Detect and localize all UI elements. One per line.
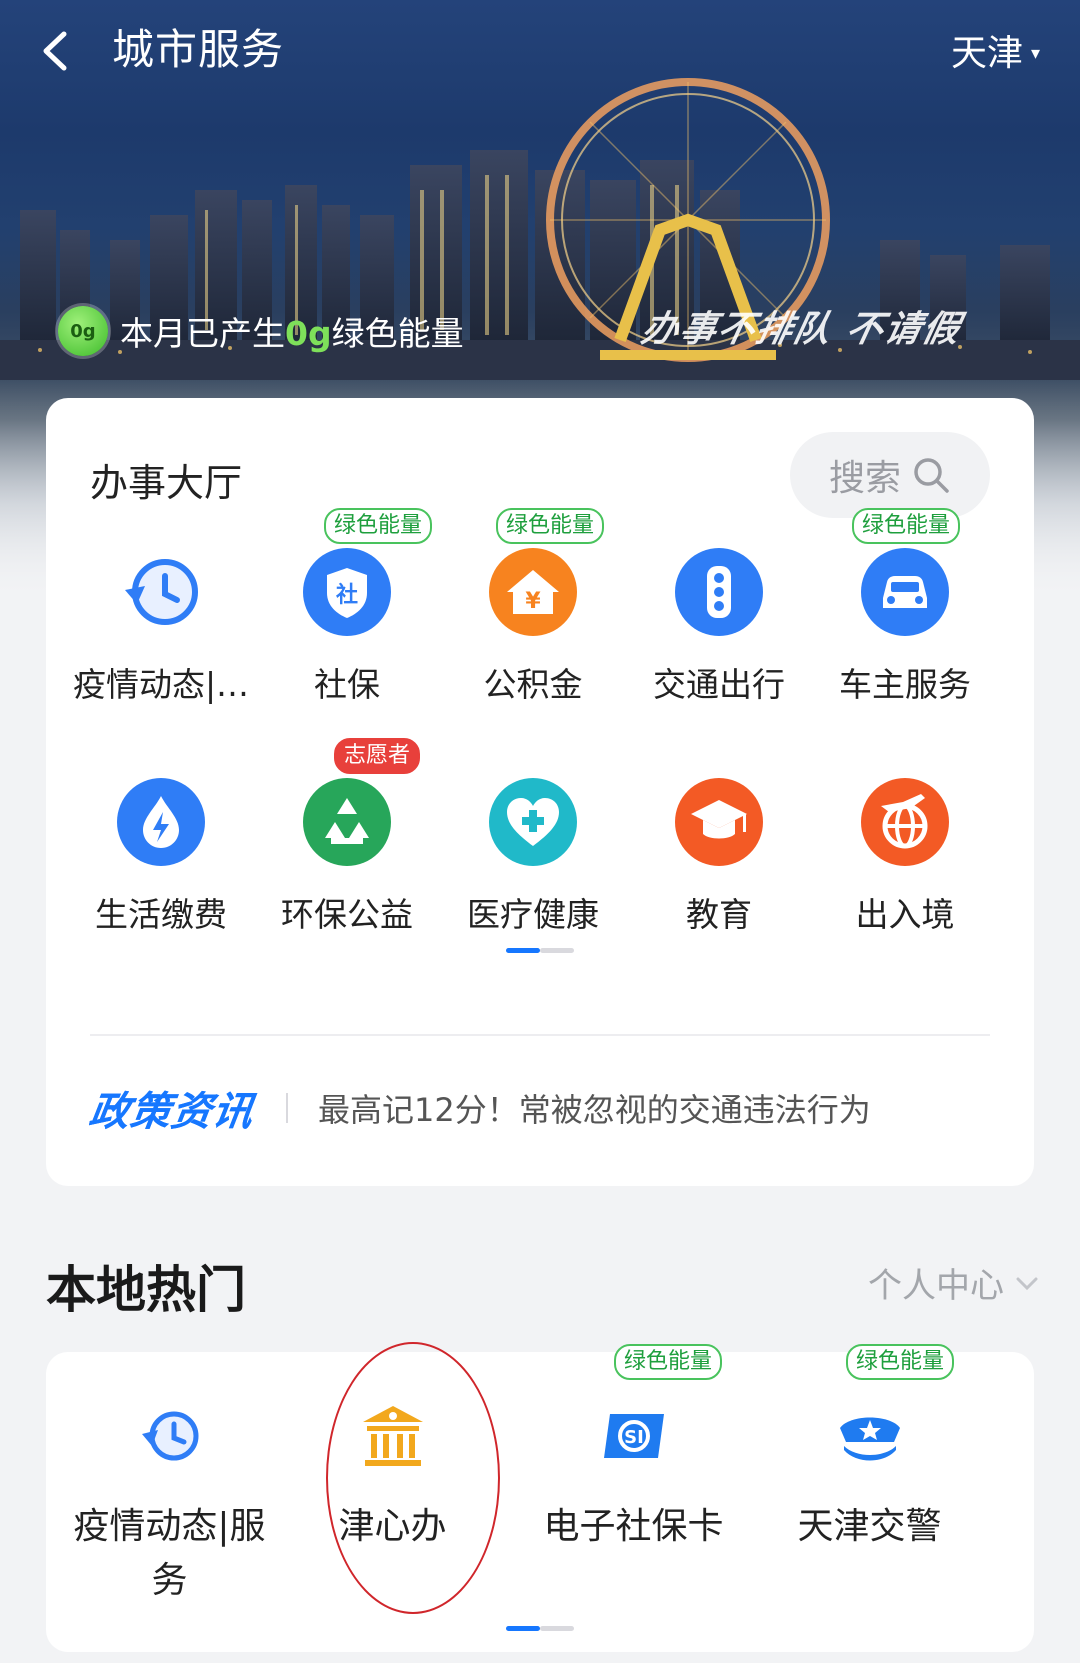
page-dot-active [506, 948, 540, 953]
search-icon [914, 458, 949, 493]
hot-epidemic-service[interactable]: 疫情动态|服务 [46, 1352, 293, 1652]
divider [90, 1034, 990, 1036]
service-epidemic[interactable]: 疫情动态|… [68, 526, 254, 726]
caret-down-icon: ▾ [1030, 43, 1040, 64]
city-selector[interactable]: 天津 ▾ [951, 28, 1040, 80]
service-social-security[interactable]: 绿色能量 社 社保 [254, 508, 440, 726]
clock-refresh-icon [132, 1398, 208, 1474]
service-utilities[interactable]: 生活缴费 [68, 756, 254, 956]
green-energy-tag: 绿色能量 [496, 508, 605, 544]
hot-tianjin-police[interactable]: 绿色能量 天津交警 [746, 1344, 993, 1652]
service-label: 生活缴费 [95, 895, 227, 934]
hot-page-indicator [506, 1626, 574, 1631]
car-icon [859, 546, 951, 638]
green-energy-summary[interactable]: 0g 本月已产生0g绿色能量 [58, 306, 464, 356]
service-environment[interactable]: 志愿者 环保公益 [254, 738, 440, 956]
service-label: 环保公益 [281, 895, 413, 934]
hot-item-label: 疫情动态|服务 [73, 1506, 266, 1601]
hot-item-label: 电子社保卡 [543, 1506, 724, 1547]
policy-news-logo: 政策资讯 [86, 1079, 258, 1137]
hot-item-label: 津心办 [338, 1506, 447, 1547]
house-yen-icon: ¥ [487, 546, 579, 638]
hot-jinxinban[interactable]: 津心办 [269, 1352, 516, 1652]
service-label: 公积金 [483, 665, 583, 704]
service-label: 出入境 [855, 895, 955, 934]
page-title: 城市服务 [112, 25, 285, 74]
city-name: 天津 [950, 33, 1023, 74]
service-label: 医疗健康 [467, 895, 599, 934]
energy-amount: 0g [285, 314, 332, 353]
service-label: 疫情动态|… [72, 665, 250, 704]
service-education[interactable]: 教育 [626, 756, 812, 956]
page-dot-inactive [540, 948, 574, 953]
svg-text:社: 社 [336, 582, 358, 608]
clock-refresh-icon [115, 546, 207, 638]
hot-item-label: 天津交警 [797, 1506, 942, 1547]
service-car-owner[interactable]: 绿色能量 车主服务 [812, 508, 998, 726]
search-label: 搜索 [828, 458, 901, 499]
energy-badge-icon: 0g [58, 306, 108, 356]
energy-prefix: 本月已产生 [120, 314, 285, 353]
service-medical[interactable]: 医疗健康 [440, 756, 626, 956]
svg-text:SI: SI [624, 1427, 644, 1448]
local-hot-card: 疫情动态|服务 津心办 绿色能量 SI 电子社保卡 绿色能量 天津交警 [46, 1344, 1034, 1652]
recycle-icon [301, 776, 393, 868]
hot-e-social-card[interactable]: 绿色能量 SI 电子社保卡 [510, 1344, 757, 1652]
separator [286, 1093, 288, 1123]
graduation-cap-icon [673, 776, 765, 868]
personal-center-link[interactable]: 个人中心 [868, 1258, 1040, 1307]
news-headline: 最高记12分！常被忽视的交通违法行为 [318, 1091, 871, 1129]
page-dot-inactive [540, 1626, 574, 1631]
hall-page-indicator [506, 948, 574, 953]
green-energy-tag: 绿色能量 [324, 508, 433, 544]
volunteer-tag: 志愿者 [334, 738, 421, 774]
service-hall-card: 办事大厅 搜索 疫情动态|… 绿色能量 社 社保 绿色能量 ¥ 公积金 交通出行… [46, 398, 1034, 1186]
local-hot-title: 本地热门 [46, 1261, 246, 1319]
green-energy-tag: 绿色能量 [852, 508, 961, 544]
police-cap-icon [832, 1398, 908, 1474]
top-bar: 城市服务 天津 ▾ [0, 0, 1080, 110]
si-card-icon: SI [596, 1398, 672, 1474]
green-energy-tag: 绿色能量 [846, 1344, 955, 1380]
policy-news-row[interactable]: 政策资讯 最高记12分！常被忽视的交通违法行为 [86, 1078, 990, 1138]
service-label: 车主服务 [839, 665, 971, 704]
green-energy-tag: 绿色能量 [614, 1344, 723, 1380]
lightning-drop-icon [115, 776, 207, 868]
personal-center-label: 个人中心 [868, 1266, 1004, 1306]
svg-text:¥: ¥ [525, 589, 541, 614]
service-hall-title: 办事大厅 [90, 461, 243, 505]
service-label: 交通出行 [653, 665, 785, 704]
plane-globe-icon [859, 776, 951, 868]
heart-plus-icon [487, 776, 579, 868]
traffic-light-icon [673, 546, 765, 638]
page-dot-active [506, 1626, 540, 1631]
service-traffic[interactable]: 交通出行 [626, 526, 812, 726]
back-arrow-icon[interactable] [34, 26, 84, 76]
service-label: 教育 [686, 895, 752, 934]
shield-icon: 社 [301, 546, 393, 638]
slogan: 办事不排队 不请假 [638, 309, 966, 350]
search-button[interactable]: 搜索 [790, 432, 990, 518]
energy-text: 本月已产生0g绿色能量 [120, 307, 464, 355]
service-housing-fund[interactable]: 绿色能量 ¥ 公积金 [440, 508, 626, 726]
energy-suffix: 绿色能量 [331, 314, 464, 353]
service-exit-entry[interactable]: 出入境 [812, 756, 998, 956]
government-building-icon [355, 1398, 431, 1474]
service-label: 社保 [314, 665, 380, 704]
chevron-down-icon [1016, 1277, 1038, 1290]
